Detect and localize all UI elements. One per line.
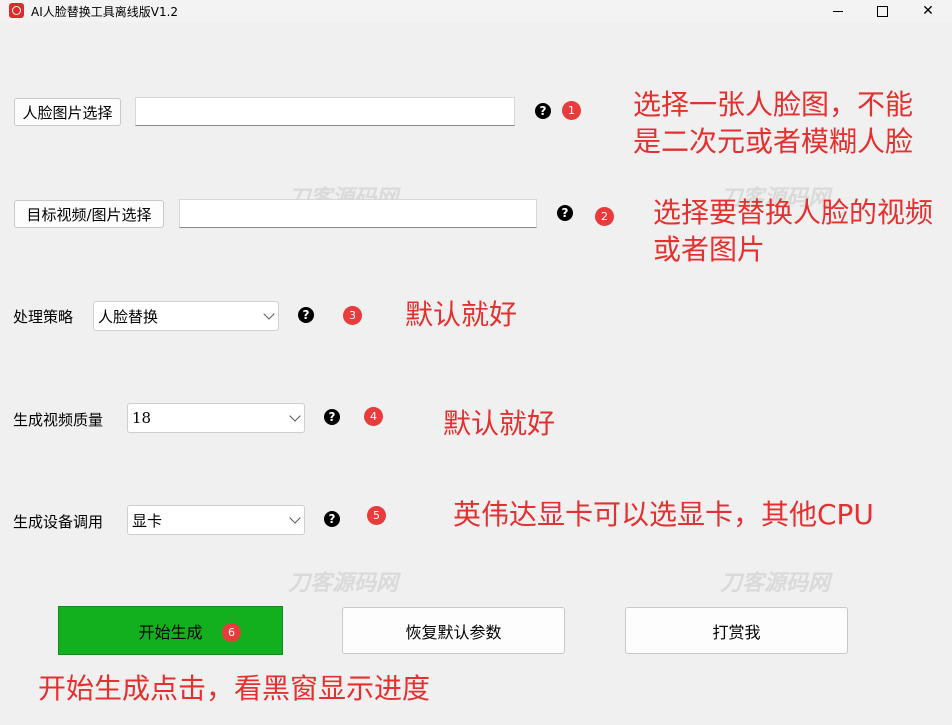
chevron-down-icon [289, 512, 301, 524]
chevron-down-icon [263, 308, 275, 320]
step-badge: 2 [595, 207, 614, 226]
help-icon[interactable]: ? [324, 409, 340, 425]
help-icon[interactable]: ? [557, 205, 573, 221]
help-icon[interactable]: ? [324, 511, 340, 527]
start-generate-button[interactable]: 开始生成 [58, 606, 283, 655]
device-label: 生成设备调用 [13, 513, 104, 531]
watermark: 刀客源码网 [720, 571, 831, 596]
annotation-face-select: 选择一张人脸图，不能 是二次元或者模糊人脸 [633, 88, 914, 158]
step-badge: 5 [367, 506, 386, 525]
step-badge: 1 [562, 101, 581, 120]
tip-button[interactable]: 打赏我 [625, 607, 848, 654]
close-icon: ✕ [922, 3, 934, 19]
maximize-button[interactable] [859, 0, 905, 22]
maximize-icon [876, 5, 888, 17]
device-select[interactable]: 显卡 [127, 505, 305, 535]
start-generate-label: 开始生成 [138, 622, 203, 642]
app-logo-icon [9, 3, 24, 18]
watermark: 刀客源码网 [288, 571, 399, 596]
quality-label: 生成视频质量 [13, 411, 104, 429]
strategy-label: 处理策略 [13, 308, 74, 326]
help-icon[interactable]: ? [298, 307, 314, 323]
minimize-icon [833, 10, 843, 12]
chevron-down-icon [289, 410, 301, 422]
app-window: AI人脸替换工具离线版V1.2 ✕ 刀客源码网 刀客源码网 刀客源码网 刀客源码… [0, 0, 952, 725]
window-title: AI人脸替换工具离线版V1.2 [31, 5, 179, 19]
minimize-button[interactable] [815, 0, 861, 22]
annotation-start: 开始生成点击，看黑窗显示进度 [38, 672, 431, 705]
face-image-path-input[interactable] [135, 97, 515, 126]
title-bar: AI人脸替换工具离线版V1.2 ✕ [0, 0, 952, 22]
target-video-select-button[interactable]: 目标视频/图片选择 [14, 200, 164, 228]
step-badge: 6 [222, 623, 241, 642]
annotation-quality: 默认就好 [443, 407, 556, 440]
face-image-select-button[interactable]: 人脸图片选择 [14, 98, 121, 126]
step-badge: 3 [343, 306, 362, 325]
strategy-selected-value: 人脸替换 [98, 307, 159, 326]
close-button[interactable]: ✕ [905, 0, 951, 22]
target-path-input[interactable] [179, 199, 537, 228]
help-icon[interactable]: ? [535, 103, 551, 119]
annotation-target-select: 选择要替换人脸的视频 或者图片 [653, 196, 934, 266]
annotation-device: 英伟达显卡可以选显卡，其他CPU [453, 498, 874, 531]
strategy-select[interactable]: 人脸替换 [93, 301, 279, 331]
step-badge: 4 [364, 407, 383, 426]
quality-select[interactable]: 18 [127, 403, 305, 433]
quality-selected-value: 18 [132, 409, 152, 427]
reset-defaults-button[interactable]: 恢复默认参数 [342, 607, 565, 654]
device-selected-value: 显卡 [132, 511, 163, 530]
annotation-strategy: 默认就好 [405, 298, 518, 331]
